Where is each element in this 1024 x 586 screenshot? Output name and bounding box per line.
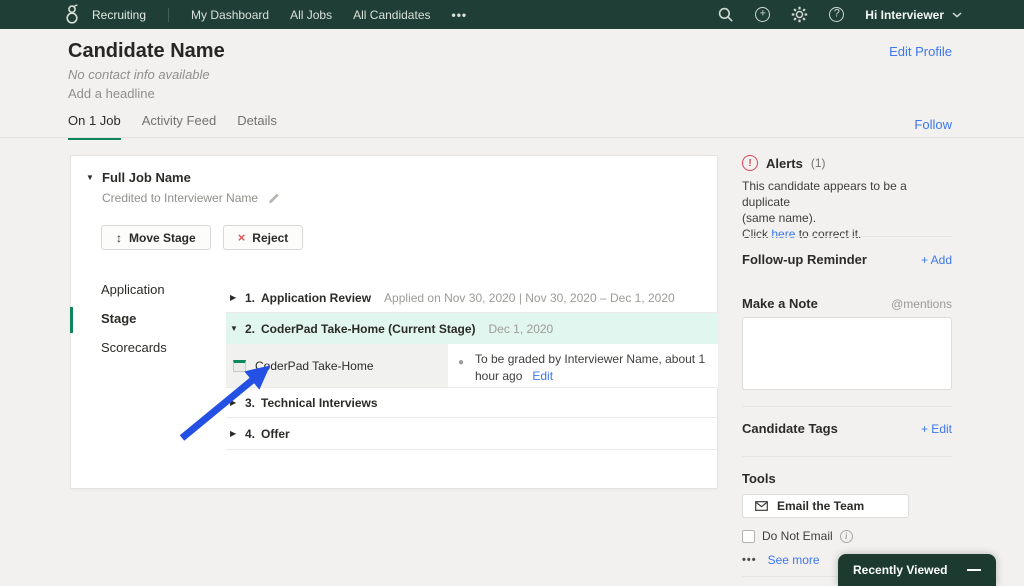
credited-text: Credited to Interviewer Name [102,191,258,205]
greenhouse-logo-icon[interactable] [64,4,80,25]
page-title: Candidate Name [68,40,225,63]
tab-activity-feed[interactable]: Activity Feed [142,113,216,140]
active-nav-indicator [70,307,73,333]
job-nav-scorecards[interactable]: Scorecards [101,340,167,355]
correct-duplicate-link[interactable]: here [771,227,795,241]
minimize-icon[interactable] [967,569,981,571]
mentions-hint: @mentions [891,297,952,311]
note-title: Make a Note [742,296,818,311]
stage-list: ▶ 1. Application Review Applied on Nov 3… [226,283,718,450]
expand-arrow-icon[interactable]: ▶ [230,293,245,302]
job-nav-stage[interactable]: Stage [101,311,136,326]
stage-meta: Applied on Nov 30, 2020 | Nov 30, 2020 –… [384,291,675,305]
recently-viewed-bar[interactable]: Recently Viewed [838,554,996,586]
alert-exclamation-icon: ! [742,155,758,171]
header-divider [0,137,1024,138]
add-headline-field[interactable]: Add a headline [68,86,155,101]
reject-button[interactable]: × Reject [223,225,304,250]
make-note-header: Make a Note @mentions [742,296,952,311]
job-title: Full Job Name [102,170,191,185]
move-stage-button[interactable]: ↕ Move Stage [101,225,211,250]
edit-tags-link[interactable]: + Edit [921,422,952,436]
followup-reminder-section: Follow-up Reminder + Add [742,252,952,267]
do-not-email-row: Do Not Email i [742,529,952,543]
tab-details[interactable]: Details [237,113,277,140]
nav-more-menu-icon[interactable]: ••• [452,8,468,22]
takehome-status-text: To be graded by Interviewer Name, about … [475,352,705,383]
stage-row-technical-interviews[interactable]: ▶ 3. Technical Interviews [226,388,718,418]
do-not-email-label: Do Not Email [762,529,833,543]
recently-viewed-label: Recently Viewed [853,563,948,577]
job-panel: ▼ Full Job Name Credited to Interviewer … [70,155,718,489]
stage-row-coderpad-current[interactable]: ▼ 2. CoderPad Take-Home (Current Stage) … [226,313,718,344]
candidate-tags-section: Candidate Tags + Edit [742,421,952,436]
product-name: Recruiting [92,8,146,22]
collapse-arrow-icon[interactable]: ▼ [230,324,245,333]
alerts-count: (1) [811,156,826,170]
contact-info-text: No contact info available [68,67,210,82]
see-more-link[interactable]: See more [768,553,820,567]
edit-pencil-icon[interactable] [267,191,281,205]
status-bullet-icon: ● [458,354,464,371]
followup-title: Follow-up Reminder [742,252,867,267]
alert-message: This candidate appears to be a duplicate… [742,178,952,242]
credited-row: Credited to Interviewer Name [102,191,281,205]
job-collapse-icon[interactable]: ▼ [86,173,94,182]
user-menu[interactable]: Hi Interviewer [865,8,962,22]
edit-profile-link[interactable]: Edit Profile [889,44,952,59]
profile-tabs: On 1 Job Activity Feed Details [68,113,277,140]
stage-row-offer[interactable]: ▶ 4. Offer [226,418,718,450]
edit-grader-link[interactable]: Edit [532,369,553,383]
up-down-arrow-icon: ↕ [116,231,122,245]
tags-title: Candidate Tags [742,421,838,436]
info-icon[interactable]: i [840,530,853,543]
expand-arrow-icon[interactable]: ▶ [230,429,245,438]
job-nav-application[interactable]: Application [101,282,165,297]
email-team-button[interactable]: Email the Team [742,494,909,518]
do-not-email-checkbox[interactable] [742,530,755,543]
envelope-icon [755,501,768,511]
sidebar-divider [742,406,952,407]
alerts-title: Alerts [766,156,803,171]
sidebar-divider [742,236,952,237]
stage-actions: ↕ Move Stage × Reject [101,225,303,250]
help-icon[interactable]: ? [829,7,844,22]
add-reminder-link[interactable]: + Add [921,253,952,267]
alerts-header: ! Alerts (1) [742,155,952,171]
takehome-test-icon [233,360,246,372]
expand-arrow-icon[interactable]: ▶ [230,398,245,407]
stage-meta: Dec 1, 2020 [489,322,554,336]
sidebar-divider [742,456,952,457]
navbar-divider [168,8,169,22]
nav-item-all-candidates[interactable]: All Candidates [353,8,430,22]
user-greeting: Hi Interviewer [865,8,944,22]
takehome-status-cell: ● To be graded by Interviewer Name, about… [448,344,718,387]
takehome-interview-link[interactable]: CoderPad Take-Home [226,344,448,387]
takehome-interview-row: CoderPad Take-Home ● To be graded by Inte… [226,344,718,388]
tools-title: Tools [742,471,952,486]
nav-item-my-dashboard[interactable]: My Dashboard [191,8,269,22]
create-plus-icon[interactable]: + [755,7,770,22]
follow-link[interactable]: Follow [914,117,952,132]
reject-x-icon: × [238,230,246,245]
top-navbar: Recruiting My Dashboard All Jobs All Can… [0,0,1024,29]
chevron-down-icon [952,12,962,18]
candidate-profile-page: Recruiting My Dashboard All Jobs All Can… [0,0,1024,586]
search-icon[interactable] [718,7,734,23]
tab-on-1-job[interactable]: On 1 Job [68,113,121,140]
settings-gear-icon[interactable] [791,6,808,23]
ellipsis-icon: ••• [742,554,757,566]
nav-item-all-jobs[interactable]: All Jobs [290,8,332,22]
note-input[interactable] [742,317,952,390]
stage-row-application-review[interactable]: ▶ 1. Application Review Applied on Nov 3… [226,283,718,313]
